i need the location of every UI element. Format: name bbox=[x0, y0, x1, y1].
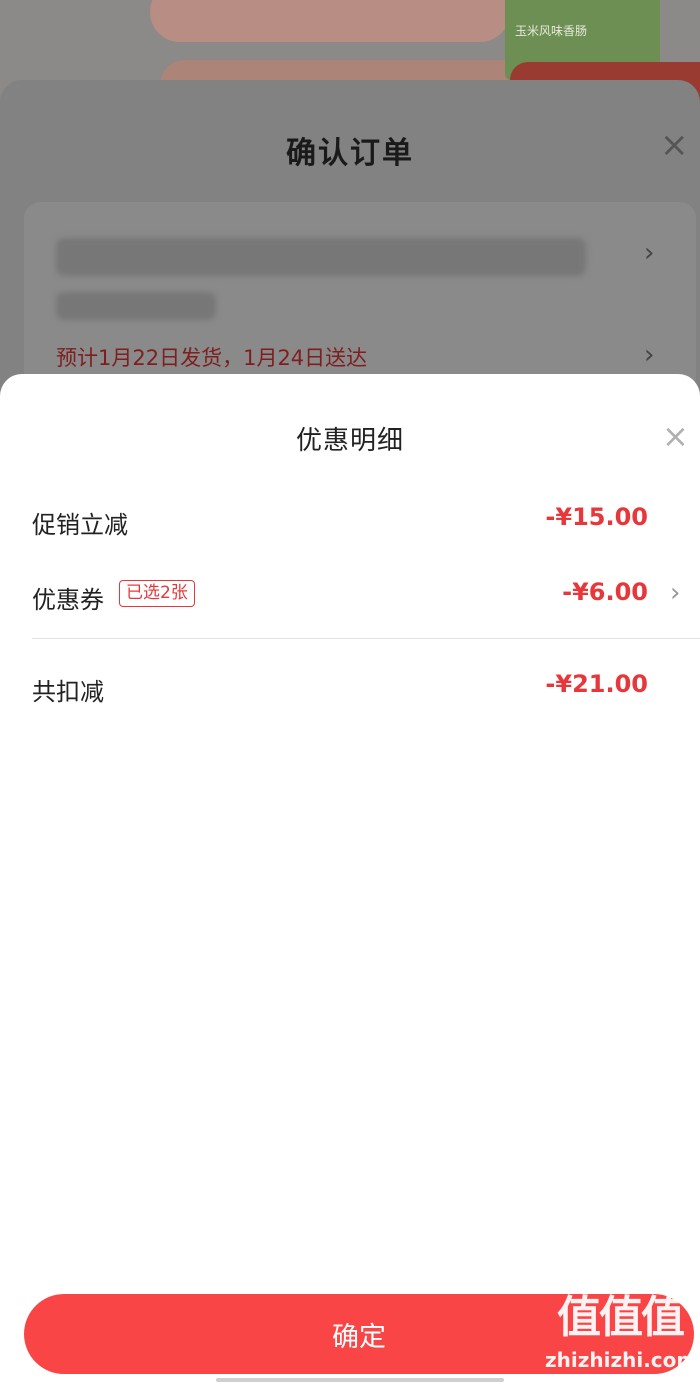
chevron-right-icon: › bbox=[644, 238, 655, 268]
divider bbox=[32, 638, 700, 639]
coupon-label[interactable]: 优惠券 bbox=[32, 580, 104, 615]
home-indicator bbox=[216, 1378, 504, 1382]
promotion-label: 促销立减 bbox=[32, 511, 128, 539]
total-discount-amount: -¥21.00 bbox=[545, 670, 648, 698]
coupon-amount[interactable]: -¥6.00 bbox=[562, 578, 648, 606]
watermark-logo: 值值值 bbox=[557, 1292, 685, 1343]
watermark-domain: zhizhizhi.com bbox=[545, 1348, 698, 1372]
order-title: 确认订单 bbox=[286, 136, 414, 171]
sheet-title: 优惠明细 bbox=[295, 426, 404, 456]
blurred-address bbox=[56, 238, 586, 276]
chevron-right-icon: › bbox=[644, 340, 655, 370]
watermark: 值值值 zhizhizhi.com bbox=[545, 1292, 698, 1373]
blurred-address bbox=[56, 292, 216, 320]
promotion-amount: -¥15.00 bbox=[545, 503, 648, 531]
total-discount-label: 共扣减 bbox=[32, 678, 104, 706]
close-icon[interactable]: × bbox=[662, 420, 689, 452]
delivery-estimate: 预计1月22日发货，1月24日送达 bbox=[56, 346, 368, 370]
chevron-right-icon[interactable]: › bbox=[670, 580, 680, 606]
sausage-image bbox=[150, 0, 510, 42]
coupon-count-badge[interactable]: 已选2张 bbox=[119, 580, 195, 607]
close-icon[interactable]: × bbox=[660, 128, 689, 162]
package-text: 玉米风味香肠 bbox=[515, 24, 588, 38]
